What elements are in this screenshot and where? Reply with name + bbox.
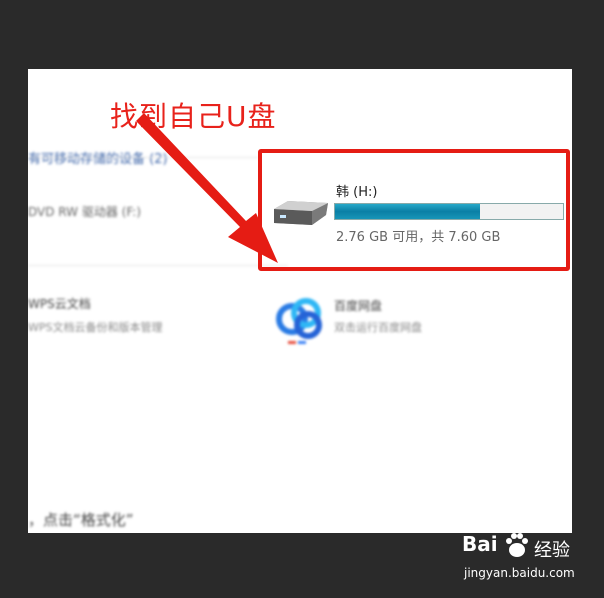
drive-usage-bar xyxy=(334,203,564,220)
wps-cloud-title[interactable]: WPS云文档 xyxy=(28,295,91,312)
watermark-brand: Bai xyxy=(462,532,498,556)
drive-free-space: 2.76 GB 可用，共 7.60 GB xyxy=(336,230,501,245)
drive-usage-fill xyxy=(335,204,481,219)
baidu-jingyan-watermark: Bai 经验 jingyan.baidu.com xyxy=(462,530,575,586)
baidu-netdisk-icon[interactable] xyxy=(272,293,328,349)
wps-cloud-subtitle: WPS文档云备份和版本管理 xyxy=(28,321,163,334)
baidu-paw-icon xyxy=(506,533,528,557)
drive-name[interactable]: 韩 (H:) xyxy=(336,181,377,200)
baidu-netdisk-subtitle: 双击运行百度网盘 xyxy=(334,321,422,334)
explorer-screenshot: 有可移动存储的设备 (2) DVD RW 驱动器 (F:) WPS云文档 WPS… xyxy=(28,69,572,533)
instruction-text: ，点击“格式化” xyxy=(28,511,134,529)
usb-drive-highlight[interactable]: 韩 (H:) 2.76 GB 可用，共 7.60 GB xyxy=(258,149,570,271)
baidu-netdisk-title[interactable]: 百度网盘 xyxy=(334,297,382,314)
watermark-url: jingyan.baidu.com xyxy=(464,566,575,580)
dvd-drive-label[interactable]: DVD RW 驱动器 (F:) xyxy=(28,203,141,220)
watermark-jingyan: 经验 xyxy=(534,540,570,561)
usb-drive-icon xyxy=(274,201,328,225)
